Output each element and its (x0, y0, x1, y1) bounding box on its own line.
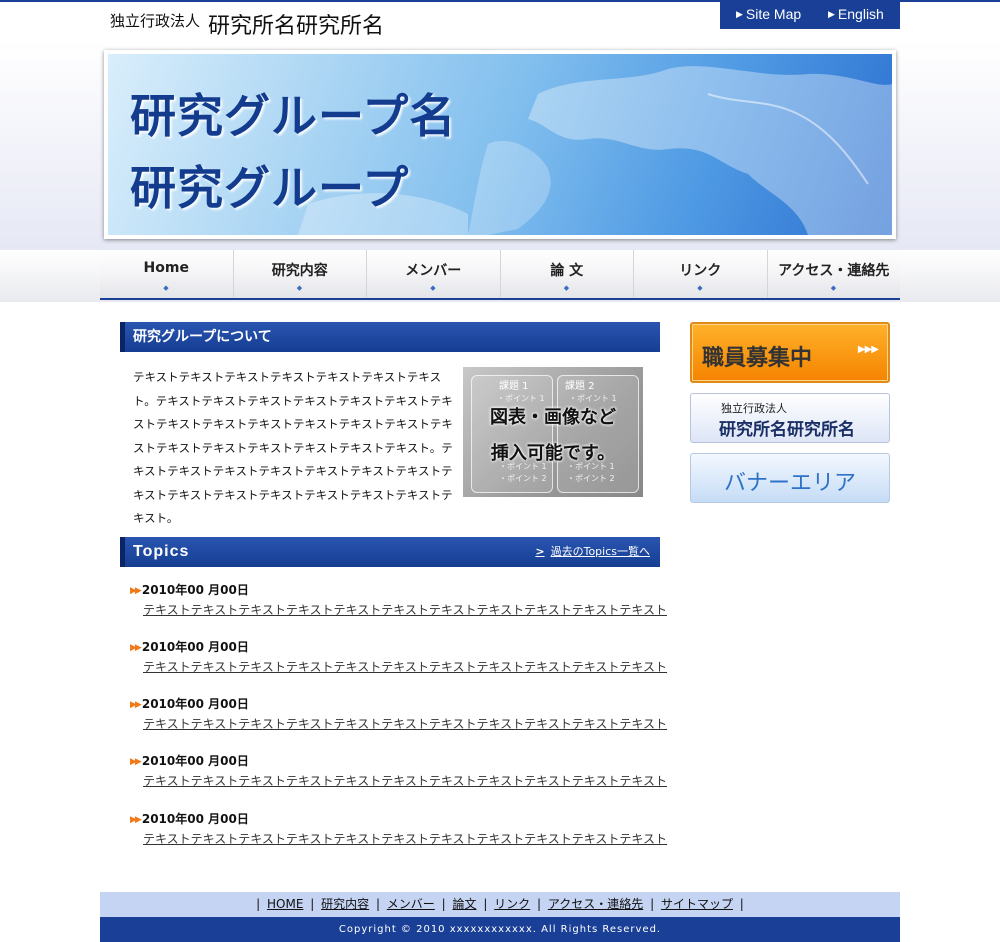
topic-item: ▶▶ 2010年00 月00日 テキストテキストテキストテキストテキストテキストテ… (130, 695, 667, 732)
double-arrow-icon: ▶▶ (130, 815, 142, 825)
nav-item-research[interactable]: 研究内容 ◆ (234, 250, 367, 298)
topic-date: ▶▶ 2010年00 月00日 (130, 697, 249, 711)
recruit-banner[interactable]: 職員募集中 ▶▶▶ (690, 322, 890, 383)
topic-link[interactable]: テキストテキストテキストテキストテキストテキストテキストテキストテキストテキスト… (143, 830, 667, 847)
triangle-right-icon: ▶ (828, 9, 835, 19)
about-heading-text: 研究グループについて (133, 329, 272, 345)
topic-item: ▶▶ 2010年00 月00日 テキストテキストテキストテキストテキストテキストテ… (130, 810, 667, 847)
footer-link-papers[interactable]: 論文 (452, 897, 476, 911)
banner-area[interactable]: バナーエリア (690, 453, 890, 503)
figure-caption-line1: 図表・画像など (490, 407, 616, 428)
nav-dot-icon: ◆ (830, 284, 837, 292)
topic-date: ▶▶ 2010年00 月00日 (130, 583, 249, 597)
nav-item-home[interactable]: Home ◆ (100, 250, 234, 298)
topic-date: ▶▶ 2010年00 月00日 (130, 640, 249, 654)
institute-banner[interactable]: 独立行政法人 研究所名研究所名 (690, 393, 890, 443)
nav-dot-icon: ◆ (697, 284, 703, 292)
institute-banner-small: 独立行政法人 (721, 402, 787, 415)
nav-dot-icon: ◆ (430, 284, 436, 292)
double-arrow-icon: ▶▶ (130, 700, 142, 710)
topics-heading-text: Topics (133, 543, 190, 560)
banner-area-label: バナーエリア (723, 471, 856, 496)
topics-section: Topics > 過去のTopics一覧へ ▶▶ 2010年00 月00日 テキスト… (120, 537, 667, 846)
nav-item-label: 論 文 (550, 263, 584, 279)
figure-placeholder: 課題 1 課題 2 ・ポイント 1 ・ポイント 1 図表・画像など 挿入可能です… (463, 367, 643, 497)
topic-date: ▶▶ 2010年00 月00日 (130, 812, 249, 826)
nav-item-label: アクセス・連絡先 (778, 263, 890, 279)
past-topics-link[interactable]: > 過去のTopics一覧へ (535, 537, 650, 567)
footer-nav: | HOME | 研究内容 | メンバー | 論文 | リンク | アクセス・連… (100, 892, 900, 917)
nav-dot-icon: ◆ (163, 284, 169, 292)
nav-dot-icon: ◆ (296, 284, 303, 292)
banner-image: 研究グループ名 研究グループ (108, 54, 892, 235)
triangle-right-icon: ▶ (736, 9, 743, 19)
english-link[interactable]: ▶ English (828, 6, 884, 22)
footer-link-members[interactable]: メンバー (387, 897, 435, 911)
nav-item-access[interactable]: アクセス・連絡先 ◆ (768, 250, 901, 298)
footer-link-access[interactable]: アクセス・連絡先 (548, 897, 643, 911)
figure-caption-line2: 挿入可能です。 (490, 443, 616, 464)
past-topics-label: 過去のTopics一覧へ (550, 545, 650, 558)
topics-heading: Topics > 過去のTopics一覧へ (120, 537, 660, 567)
figure-point: ・ポイント 2 (567, 474, 615, 483)
nav-item-label: Home (143, 260, 189, 276)
org-type-label: 独立行政法人 (110, 12, 201, 30)
double-arrow-icon: ▶▶ (130, 757, 142, 767)
figure-task1-label: 課題 1 (499, 381, 529, 392)
nav-item-links[interactable]: リンク ◆ (634, 250, 768, 298)
footer-link-links[interactable]: リンク (494, 897, 530, 911)
nav-item-label: リンク (679, 263, 722, 279)
institute-banner-name: 研究所名研究所名 (719, 420, 855, 440)
sitemap-link-label: Site Map (745, 6, 802, 22)
about-section: 研究グループについて テキストテキストテキストテキストテキストテキストテキスト。… (120, 322, 660, 525)
figure-task2-label: 課題 2 (565, 381, 595, 392)
topic-link[interactable]: テキストテキストテキストテキストテキストテキストテキストテキストテキストテキスト… (143, 601, 667, 618)
figure-point: ・ポイント 1 (567, 462, 615, 471)
triple-arrow-icon: ▶▶▶ (857, 344, 879, 355)
copyright: Copyright © 2010 xxxxxxxxxxxx. All Right… (100, 917, 900, 942)
main-banner: 研究グループ名 研究グループ (104, 50, 896, 239)
footer-link-sitemap[interactable]: サイトマップ (661, 897, 733, 911)
double-arrow-icon: ▶▶ (130, 643, 142, 653)
figure-point: ・ポイント 2 (499, 474, 547, 483)
topic-link[interactable]: テキストテキストテキストテキストテキストテキストテキストテキストテキストテキスト… (143, 772, 667, 789)
double-arrow-icon: ▶▶ (130, 586, 142, 596)
topic-item: ▶▶ 2010年00 月00日 テキストテキストテキストテキストテキストテキストテ… (130, 581, 667, 618)
topic-link[interactable]: テキストテキストテキストテキストテキストテキストテキストテキストテキストテキスト… (143, 715, 667, 732)
recruit-banner-label: 職員募集中 (702, 346, 813, 371)
global-nav: Home ◆ 研究内容 ◆ メンバー ◆ 論 文 ◆ リンク ◆ アクセス・連絡先 ◆ (100, 250, 900, 300)
topic-date: ▶▶ 2010年00 月00日 (130, 754, 249, 768)
footer-link-home[interactable]: HOME (267, 897, 303, 911)
nav-dot-icon: ◆ (563, 284, 570, 292)
footer-link-research[interactable]: 研究内容 (321, 897, 369, 911)
nav-item-label: メンバー (405, 263, 462, 279)
sitemap-link[interactable]: ▶ Site Map (736, 6, 801, 22)
banner-title-line1: 研究グループ名 (130, 89, 457, 143)
english-link-label: English (837, 6, 884, 22)
topic-item: ▶▶ 2010年00 月00日 テキストテキストテキストテキストテキストテキストテ… (130, 638, 667, 675)
topic-link[interactable]: テキストテキストテキストテキストテキストテキストテキストテキストテキストテキスト… (143, 658, 667, 675)
topic-item: ▶▶ 2010年00 月00日 テキストテキストテキストテキストテキストテキストテ… (130, 752, 667, 789)
chevron-right-icon: > (535, 545, 545, 558)
banner-title-line2: 研究グループ (130, 161, 410, 215)
site-title[interactable]: 研究所名研究所名 (208, 8, 384, 40)
about-heading: 研究グループについて (120, 322, 660, 352)
figure-point: ・ポイント 1 (499, 462, 547, 471)
nav-item-papers[interactable]: 論 文 ◆ (501, 250, 634, 298)
nav-item-members[interactable]: メンバー ◆ (367, 250, 501, 298)
nav-item-label: 研究内容 (271, 263, 328, 279)
about-body: テキストテキストテキストテキストテキストテキストテキスト。テキストテキストテキス… (133, 370, 453, 525)
utility-links: ▶ Site Map ▶ English (720, 2, 900, 29)
